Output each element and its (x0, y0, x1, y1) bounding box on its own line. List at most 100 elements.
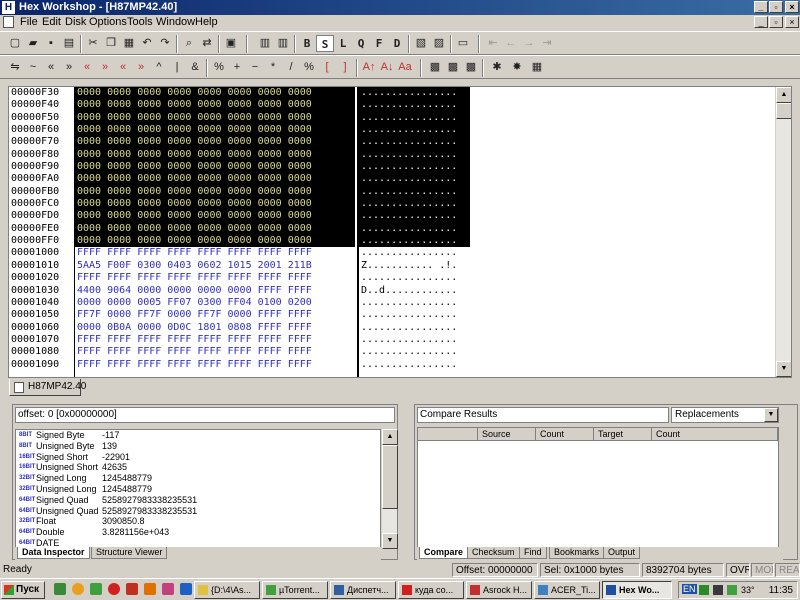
ascii-row[interactable]: D..d............ (359, 285, 470, 297)
menu-help[interactable]: Help (195, 16, 218, 28)
inspector-value[interactable]: -22901 (102, 452, 130, 463)
menu-options[interactable]: Options (89, 16, 127, 28)
back-icon[interactable]: ← (502, 35, 520, 52)
hex-row[interactable]: 0000 0000 0000 0000 0000 0000 0000 0000 (75, 111, 355, 125)
hex-row[interactable]: 0000 0000 0000 0000 0000 0000 0000 0000 (75, 161, 355, 174)
ascii-row[interactable]: ................ (359, 247, 470, 259)
tools-icon[interactable]: ✱ (488, 59, 506, 76)
mod-icon[interactable]: % (210, 59, 228, 76)
forward-icon[interactable]: → (520, 35, 538, 52)
hex-16-icon[interactable]: ▥ (256, 35, 274, 52)
chrome-icon[interactable] (72, 583, 84, 595)
menu-tools[interactable]: Tools (127, 16, 153, 28)
ascii-row[interactable]: ................ (359, 272, 470, 284)
byte-mode-button[interactable]: B (298, 35, 316, 52)
ascii-row[interactable]: Z........... .!. (359, 260, 470, 272)
short-mode-button[interactable]: S (316, 35, 334, 52)
document-tab[interactable]: H87MP42.40 (9, 379, 86, 396)
hex-row[interactable]: FFFF FFFF FFFF FFFF FFFF FFFF FFFF FFFF (75, 359, 355, 371)
hex-row[interactable]: FFFF FFFF FFFF FFFF FFFF FFFF FFFF FFFF (75, 247, 355, 259)
menu-edit[interactable]: Edit (42, 16, 61, 28)
ascii-row[interactable]: ................ (359, 359, 470, 371)
swap-icon[interactable]: ⇋ (6, 59, 24, 76)
float-mode-button[interactable]: F (370, 35, 388, 52)
ascii-row[interactable]: ................ (359, 99, 470, 112)
scroll-up-arrow-icon[interactable]: ▲ (776, 87, 791, 103)
inspector-row[interactable]: 16BIT Unsigned Short 42635 (16, 462, 380, 473)
checksum-icon[interactable]: ▩ (444, 59, 462, 76)
hex-row[interactable]: 0000 0000 0000 0000 0000 0000 0000 0000 (75, 198, 355, 211)
taskbar-button[interactable]: ACER_Ti... (534, 581, 600, 599)
or-icon[interactable]: | (168, 59, 186, 76)
hex-row[interactable]: 5AA5 F00F 0300 0403 0602 1015 2001 211B (75, 260, 355, 272)
neg-icon[interactable]: % (300, 59, 318, 76)
double-mode-button[interactable]: D (388, 35, 406, 52)
subtract-icon[interactable]: − (246, 59, 264, 76)
document-icon[interactable] (3, 16, 14, 28)
not-icon[interactable]: ~ (24, 59, 42, 76)
structure-icon[interactable]: ▩ (462, 59, 480, 76)
inspector-value[interactable]: 3.8281156e+043 (102, 527, 169, 538)
inspector-row[interactable]: 8BIT Unsigned Byte 139 (16, 441, 380, 452)
xor-icon[interactable]: ^ (150, 59, 168, 76)
inspector-scroll-thumb[interactable] (382, 445, 398, 509)
copy-icon[interactable]: ❐ (102, 35, 120, 52)
inspector-value[interactable]: 5258927983338235531 (102, 495, 197, 506)
inspector-row[interactable]: 8BIT Signed Byte -117 (16, 430, 380, 441)
column-header-target[interactable]: Target (594, 428, 652, 441)
hex-vertical-scrollbar[interactable]: ▲ ▼ (775, 87, 791, 377)
column-header-target-count[interactable]: Count (652, 428, 778, 441)
hex-row[interactable]: FFFF FFFF FFFF FFFF FFFF FFFF FFFF FFFF (75, 346, 355, 358)
add-icon[interactable]: + (228, 59, 246, 76)
language-indicator[interactable]: EN (682, 584, 697, 594)
ascii-row[interactable]: ................ (359, 210, 470, 223)
block-right-icon[interactable]: » (132, 59, 150, 76)
tab-bookmarks[interactable]: Bookmarks (549, 547, 605, 559)
compare-results-grid[interactable]: Source Count Target Count (417, 427, 779, 549)
hex-row[interactable]: 0000 0000 0000 0000 0000 0000 0000 0000 (75, 210, 355, 223)
hex-row[interactable]: 4400 9064 0000 0000 0000 0000 FFFF FFFF (75, 285, 355, 297)
hex-row[interactable]: 0000 0000 0000 0000 0000 0000 0000 0000 (75, 185, 355, 199)
inspector-row[interactable]: 64BIT Unsigned Quad 5258927983338235531 (16, 506, 380, 517)
hex-row[interactable]: FFFF FFFF FFFF FFFF FFFF FFFF FFFF FFFF (75, 334, 355, 346)
cut-icon[interactable]: ✂ (84, 35, 102, 52)
and-icon[interactable]: & (186, 59, 204, 76)
hex-row[interactable]: 0000 0000 0005 FF07 0300 FF04 0100 0200 (75, 297, 355, 309)
ascii-row[interactable]: ................ (359, 161, 470, 174)
media-icon[interactable] (180, 583, 192, 595)
tab-checksum[interactable]: Checksum (467, 547, 520, 559)
hex-row[interactable]: FFFF FFFF FFFF FFFF FFFF FFFF FFFF FFFF (75, 272, 355, 284)
ascii-row[interactable]: ................ (359, 136, 470, 149)
ascii-row[interactable]: ................ (359, 198, 470, 211)
tab-find[interactable]: Find (519, 547, 547, 559)
find-icon[interactable]: ⌕ (180, 35, 198, 52)
scroll-down-arrow-icon[interactable]: ▼ (776, 361, 791, 377)
window-icon[interactable]: ▨ (430, 35, 448, 52)
tab-structure-viewer[interactable]: Structure Viewer (91, 547, 168, 559)
tab-data-inspector[interactable]: Data Inspector (17, 547, 90, 559)
inspector-row[interactable]: 32BIT Unsigned Long 1245488779 (16, 484, 380, 495)
paste-icon[interactable]: ▦ (120, 35, 138, 52)
inspector-value[interactable]: 5258927983338235531 (102, 506, 197, 517)
inspector-scrollbar[interactable]: ▲ ▼ (381, 429, 398, 549)
show-desktop-icon[interactable] (54, 583, 66, 595)
ascii-row[interactable]: ................ (359, 235, 470, 248)
hex-row[interactable]: FF7F 0000 FF7F 0000 FF7F 0000 FFFF FFFF (75, 309, 355, 321)
inspector-scroll-up-icon[interactable]: ▲ (382, 429, 398, 445)
redo-icon[interactable]: ↷ (156, 35, 174, 52)
undo-icon[interactable]: ↶ (138, 35, 156, 52)
hex-data-area[interactable]: 0000 0000 0000 0000 0000 0000 0000 0000 0… (75, 87, 355, 377)
hex-row[interactable]: 0000 0000 0000 0000 0000 0000 0000 0000 (75, 222, 355, 236)
taskbar-button[interactable]: Hex Wo... (602, 581, 672, 599)
menu-window[interactable]: Window (156, 16, 195, 28)
inspector-row[interactable]: 64BIT Signed Quad 5258927983338235531 (16, 495, 380, 506)
tab-compare[interactable]: Compare (419, 547, 469, 559)
inspector-row[interactable]: 32BIT Signed Long 1245488779 (16, 473, 380, 484)
left-bracket-icon[interactable]: [ (318, 59, 336, 76)
ascii-row[interactable]: ................ (359, 124, 470, 137)
workspace-icon[interactable]: ▭ (454, 35, 472, 52)
mdi-minimize-button[interactable]: _ (754, 16, 768, 28)
upper-icon[interactable]: A↑ (360, 59, 378, 76)
quad-mode-button[interactable]: Q (352, 35, 370, 52)
open-icon[interactable]: ▰ (24, 35, 42, 52)
